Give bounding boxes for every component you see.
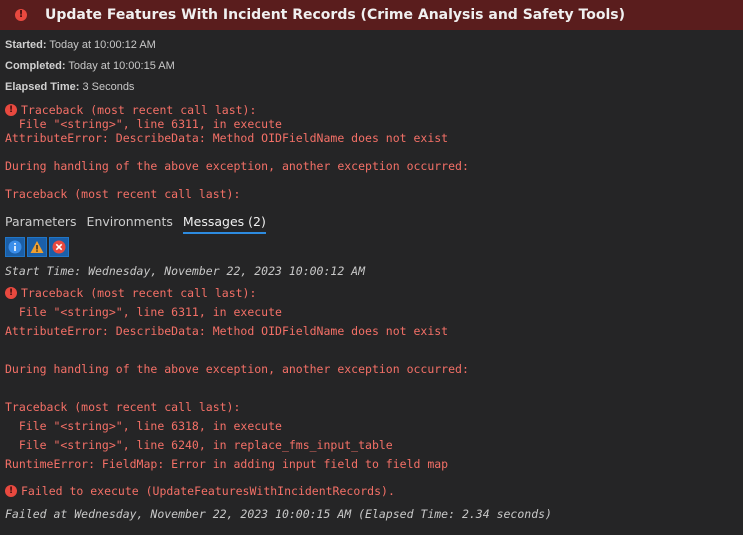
error-x-icon (52, 240, 66, 254)
tab-environments[interactable]: Environments (82, 212, 178, 231)
summary-line-2: File "<string>", line 6311, in execute (5, 117, 282, 131)
message-line-3: AttributeError: DescribeData: Method OID… (5, 324, 449, 338)
warning-icon (30, 241, 44, 253)
started-row: Started: Today at 10:00:12 AM (5, 39, 156, 51)
summary-line-5: Traceback (most recent call last): (5, 187, 241, 201)
warning-filter-button[interactable] (27, 237, 47, 257)
tab-messages[interactable]: Messages (2) (178, 212, 271, 234)
completed-value: Today at 10:00:15 AM (68, 60, 175, 72)
error-filter-button[interactable] (49, 237, 69, 257)
dialog-title: Update Features With Incident Records (C… (45, 7, 625, 23)
completed-row: Completed: Today at 10:00:15 AM (5, 60, 175, 72)
error-icon: ! (5, 104, 17, 116)
started-label: Started: (5, 39, 47, 51)
elapsed-value: 3 Seconds (82, 81, 135, 93)
message-failed: ! Failed to execute (UpdateFeaturesWithI… (5, 484, 395, 498)
error-icon: ! (5, 485, 17, 497)
summary-line-3: AttributeError: DescribeData: Method OID… (5, 131, 449, 145)
summary-line-1: ! Traceback (most recent call last): (5, 103, 256, 117)
message-line-5: Traceback (most recent call last): (5, 400, 241, 414)
info-icon (8, 240, 22, 254)
message-line-6: File "<string>", line 6318, in execute (5, 419, 282, 433)
error-icon: ! (15, 9, 27, 21)
elapsed-label: Elapsed Time: (5, 81, 80, 93)
message-filters (5, 237, 69, 257)
completed-label: Completed: (5, 60, 66, 72)
message-failed-at: Failed at Wednesday, November 22, 2023 1… (5, 507, 552, 521)
message-line-4: During handling of the above exception, … (5, 362, 469, 376)
tab-bar: Parameters Environments Messages (2) (0, 212, 271, 234)
summary-line-4: During handling of the above exception, … (5, 159, 469, 173)
message-line-8: RuntimeError: FieldMap: Error in adding … (5, 457, 449, 471)
info-filter-button[interactable] (5, 237, 25, 257)
message-line-2: File "<string>", line 6311, in execute (5, 305, 282, 319)
elapsed-row: Elapsed Time: 3 Seconds (5, 81, 134, 93)
message-line-1: ! Traceback (most recent call last): (5, 286, 256, 300)
tab-parameters[interactable]: Parameters (0, 212, 82, 231)
title-bar: ! Update Features With Incident Records … (0, 0, 743, 30)
message-start-time: Start Time: Wednesday, November 22, 2023… (5, 264, 366, 278)
started-value: Today at 10:00:12 AM (49, 39, 156, 51)
error-icon: ! (5, 287, 17, 299)
message-line-7: File "<string>", line 6240, in replace_f… (5, 438, 393, 452)
